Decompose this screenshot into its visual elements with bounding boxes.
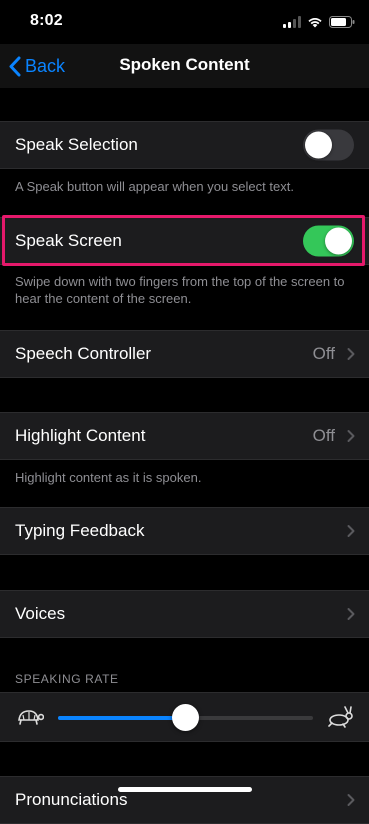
chevron-right-icon xyxy=(347,430,355,442)
status-time: 8:02 xyxy=(30,12,63,29)
chevron-right-icon xyxy=(347,348,355,360)
pronunciations-row[interactable]: Pronunciations xyxy=(0,776,369,824)
chevron-right-icon xyxy=(347,525,355,537)
typing-feedback-label: Typing Feedback xyxy=(15,521,145,540)
speak-screen-toggle[interactable] xyxy=(303,225,354,257)
chevron-right-icon xyxy=(347,794,355,806)
speak-selection-toggle[interactable] xyxy=(303,129,354,161)
pronunciations-label: Pronunciations xyxy=(15,790,128,809)
highlight-content-value: Off xyxy=(312,426,335,445)
speak-screen-row: Speak Screen xyxy=(0,217,369,265)
speak-screen-footer: Swipe down with two fingers from the top… xyxy=(15,274,345,306)
wifi-icon xyxy=(308,18,322,28)
speech-controller-label: Speech Controller xyxy=(15,344,152,363)
chevron-right-icon xyxy=(347,608,355,620)
typing-feedback-row[interactable]: Typing Feedback xyxy=(0,507,369,555)
cellular-signal-icon xyxy=(283,16,301,28)
speak-selection-label: Speak Selection xyxy=(15,135,138,154)
highlight-content-row[interactable]: Highlight Content Off xyxy=(0,412,369,460)
toggle-knob xyxy=(305,131,332,159)
turtle-icon xyxy=(18,710,44,725)
speaking-rate-slider-fill xyxy=(58,716,186,720)
toggle-knob xyxy=(325,227,352,255)
speech-controller-row[interactable]: Speech Controller Off xyxy=(0,330,369,378)
speak-selection-row: Speak Selection xyxy=(0,121,369,169)
speaking-rate-header: SPEAKING RATE xyxy=(15,672,119,686)
navigation-bar: Back Spoken Content xyxy=(0,44,369,88)
battery-icon xyxy=(329,16,355,28)
page-title: Spoken Content xyxy=(119,55,250,74)
speak-selection-footer: A Speak button will appear when you sele… xyxy=(15,179,294,194)
speaking-rate-slider-thumb[interactable] xyxy=(172,704,199,731)
hare-icon xyxy=(328,706,353,728)
voices-label: Voices xyxy=(15,604,66,623)
home-indicator[interactable] xyxy=(118,787,252,792)
speech-controller-value: Off xyxy=(312,344,335,363)
highlight-content-footer: Highlight content as it is spoken. xyxy=(15,470,202,485)
speak-screen-label: Speak Screen xyxy=(15,231,122,250)
status-icons xyxy=(283,14,355,30)
status-bar: 8:02 xyxy=(0,0,369,44)
highlight-content-label: Highlight Content xyxy=(15,426,146,445)
voices-row[interactable]: Voices xyxy=(0,590,369,638)
